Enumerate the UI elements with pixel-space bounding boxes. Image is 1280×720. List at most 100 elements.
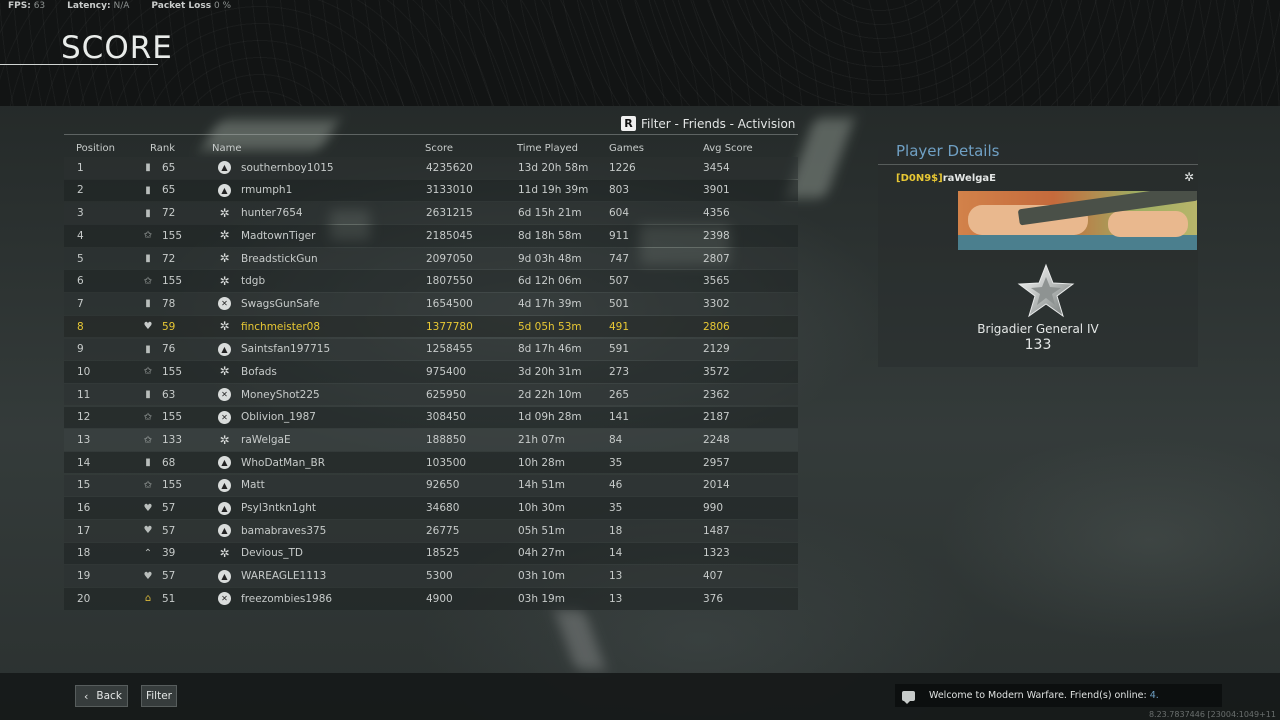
time-played-cell: 6d 15h 21m	[518, 207, 582, 220]
rank-cell: ▮ 76	[139, 343, 212, 355]
player-name: MoneyShot225	[241, 388, 320, 401]
player-name: Saintsfan197715	[241, 343, 331, 356]
player-details-title: Player Details	[896, 142, 1000, 160]
table-row[interactable]: 13 ✩ 133 ✲ raWelgaE 188850 21h 07m 84 2248	[64, 429, 798, 451]
table-row[interactable]: 10 ✩ 155 ✲ Bofads 975400 3d 20h 31m 273 3572	[64, 361, 798, 383]
name-cell: ✲ Bofads	[212, 365, 422, 378]
rank-cell: ⌃ 39	[139, 547, 212, 559]
player-name: BreadstickGun	[241, 252, 318, 265]
time-played-cell: 10h 30m	[518, 502, 565, 515]
table-row[interactable]: 12 ✩ 155 ✕ Oblivion_1987 308450 1d 09h 28m 141 2…	[64, 406, 798, 429]
star-rank-icon: ✩	[143, 230, 153, 242]
score-cell: 625950	[426, 388, 467, 401]
player-name: MadtownTiger	[241, 229, 316, 242]
rank-cell: ▮ 65	[139, 184, 212, 196]
filter-button[interactable]: Filter	[141, 685, 177, 707]
bar-rank-icon: ▮	[145, 389, 151, 401]
player-name: SwagsGunSafe	[241, 297, 320, 310]
rank-value: 59	[162, 320, 176, 333]
games-cell: 591	[609, 343, 630, 356]
player-name: hunter7654	[241, 207, 303, 220]
rank-star-icon	[1017, 263, 1075, 318]
rank-cell: ♥ 57	[139, 570, 212, 582]
bar-rank-icon: ▮	[145, 207, 151, 219]
friends-online-count: 4.	[1149, 690, 1159, 701]
name-cell: ▲ WhoDatMan_BR	[212, 456, 422, 470]
position-cell: 16	[77, 502, 91, 515]
wing-rank-icon: ♥	[143, 502, 153, 514]
back-button[interactable]: ‹ Back	[75, 685, 128, 707]
time-played-cell: 8d 17h 46m	[518, 343, 582, 356]
table-row[interactable]: 1 ▮ 65 ▲ southernboy1015 4235620 13d 20h 58m 12…	[64, 157, 798, 179]
table-row[interactable]: 20 ⌂ 51 ✕ freezombies1986 4900 03h 19m 13 376	[64, 588, 798, 610]
table-row[interactable]: 16 ♥ 57 ▲ Psyl3ntkn1ght 34680 10h 30m 35 990	[64, 497, 798, 519]
score-cell: 103500	[426, 456, 467, 469]
column-header-score[interactable]: Score	[422, 143, 516, 154]
column-header-games[interactable]: Games	[609, 143, 703, 154]
build-version: 8.23.7837446 [23004:1049+11	[1148, 710, 1276, 719]
time-played-cell: 05h 51m	[518, 524, 565, 537]
star-rank-icon: ✩	[143, 366, 153, 378]
table-row[interactable]: 6 ✩ 155 ✲ tdgb 1807550 6d 12h 06m 507 3565	[64, 270, 798, 292]
filter-indicator[interactable]: R Filter - Friends - Activision	[621, 116, 795, 131]
column-header-name[interactable]: Name	[212, 143, 422, 154]
rank-value: 72	[162, 252, 176, 265]
table-row[interactable]: 17 ♥ 57 ▲ bamabraves375 26775 05h 51m 18 1487	[64, 520, 798, 542]
table-row[interactable]: 8 ♥ 59 ✲ finchmeister08 1377780 5d 05h 53m 491 2…	[64, 315, 798, 338]
position-cell: 20	[77, 592, 91, 605]
table-row[interactable]: 19 ♥ 57 ▲ WAREAGLE1113 5300 03h 10m 13 407	[64, 565, 798, 587]
games-cell: 46	[609, 479, 623, 492]
name-cell: ✲ tdgb	[212, 273, 422, 288]
star-rank-icon: ✩	[143, 275, 153, 287]
rank-cell: ✩ 155	[139, 366, 212, 378]
player-name: WhoDatMan_BR	[241, 456, 325, 469]
time-played-cell: 9d 03h 48m	[518, 252, 582, 265]
games-cell: 18	[609, 524, 623, 537]
column-header-time-played[interactable]: Time Played	[516, 143, 609, 154]
name-cell: ▲ WAREAGLE1113	[212, 569, 422, 583]
column-header-position[interactable]: Position	[64, 143, 139, 154]
xbox-icon: ✕	[218, 297, 231, 311]
table-row[interactable]: 7 ▮ 78 ✕ SwagsGunSafe 1654500 4d 17h 39m 501 330…	[64, 293, 798, 315]
rank-cell: ▮ 63	[139, 389, 212, 401]
avg-score-cell: 2806	[703, 320, 730, 333]
rank-value: 155	[162, 411, 183, 424]
table-row[interactable]: 18 ⌃ 39 ✲ Devious_TD 18525 04h 27m 14 1323	[64, 542, 798, 565]
table-row[interactable]: 15 ✩ 155 ▲ Matt 92650 14h 51m 46 2014	[64, 474, 798, 497]
table-row[interactable]: 5 ▮ 72 ✲ BreadstickGun 2097050 9d 03h 48m 747 28…	[64, 247, 798, 270]
rank-cell: ▮ 65	[139, 162, 212, 174]
score-cell: 1807550	[426, 275, 473, 288]
filter-button-label: Filter	[145, 690, 172, 702]
games-cell: 35	[609, 502, 623, 515]
column-header-rank[interactable]: Rank	[139, 143, 212, 154]
table-row[interactable]: 11 ▮ 63 ✕ MoneyShot225 625950 2d 22h 10m 265 236…	[64, 383, 798, 406]
table-row[interactable]: 2 ▮ 65 ▲ rmumph1 3133010 11d 19h 39m 803 3901	[64, 179, 798, 202]
performance-stats: FPS: 63 Latency: N/A Packet Loss 0 %	[8, 1, 253, 11]
table-row[interactable]: 3 ▮ 72 ✲ hunter7654 2631215 6d 15h 21m 604 4356	[64, 202, 798, 224]
time-played-cell: 8d 18h 58m	[518, 229, 582, 242]
games-cell: 35	[609, 456, 623, 469]
rank-cell: ✩ 133	[139, 434, 212, 446]
chat-bar[interactable]: Welcome to Modern Warfare. Friend(s) onl…	[895, 684, 1222, 707]
title-underline	[0, 64, 158, 65]
bar-rank-icon: ▮	[145, 253, 151, 264]
name-cell: ▲ bamabraves375	[212, 524, 422, 538]
table-row[interactable]: 4 ✩ 155 ✲ MadtownTiger 2185045 8d 18h 58m 911 23…	[64, 225, 798, 247]
name-cell: ✲ BreadstickGun	[212, 252, 422, 265]
rank-value: 155	[162, 275, 183, 288]
battlenet-icon: ✲	[219, 319, 230, 334]
topographic-header-band	[0, 0, 1280, 106]
player-name: bamabraves375	[241, 524, 327, 537]
player-name: Psyl3ntkn1ght	[241, 502, 317, 515]
games-cell: 84	[609, 434, 623, 446]
table-row[interactable]: 9 ▮ 76 ▲ Saintsfan197715 1258455 8d 17h 46m 591…	[64, 338, 798, 360]
time-played-cell: 3d 20h 31m	[518, 365, 582, 378]
battlenet-icon: ✲	[219, 273, 230, 288]
player-name: rmumph1	[241, 184, 293, 197]
rank-value: 39	[162, 547, 176, 560]
table-row[interactable]: 14 ▮ 68 ▲ WhoDatMan_BR 103500 10h 28m 35 2957	[64, 451, 798, 474]
position-cell: 8	[77, 320, 84, 333]
position-cell: 12	[77, 411, 91, 424]
column-header-avg-score[interactable]: Avg Score	[703, 143, 798, 154]
position-cell: 14	[77, 456, 91, 469]
